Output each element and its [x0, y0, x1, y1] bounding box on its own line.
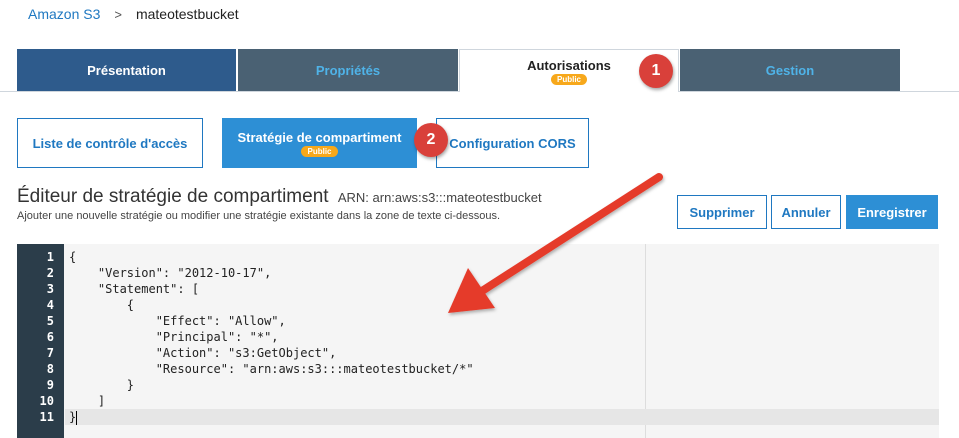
line-number: 10 — [39, 394, 54, 408]
subtab-cors-configuration[interactable]: Configuration CORS — [436, 118, 589, 168]
annotation-marker-2: 2 — [414, 123, 448, 157]
save-button[interactable]: Enregistrer — [846, 195, 938, 229]
code-line[interactable]: "Effect": "Allow", — [65, 313, 939, 329]
editor-title: Éditeur de stratégie de compartiment ARN… — [17, 186, 542, 208]
editor-title-text: Éditeur de stratégie de compartiment — [17, 186, 329, 207]
line-number: 5 — [46, 314, 54, 328]
policy-code-editor[interactable]: 1 2 3 4 5 6 7 8 9 10 11 { "Version": "20… — [17, 244, 939, 438]
code-line[interactable]: "Statement": [ — [65, 281, 939, 297]
code-line[interactable]: "Principal": "*", — [65, 329, 939, 345]
tab-gestion[interactable]: Gestion — [680, 49, 900, 91]
code-line-text: } — [69, 410, 77, 424]
breadcrumb-current-bucket: mateotestbucket — [135, 6, 239, 22]
cancel-button[interactable]: Annuler — [771, 195, 841, 229]
subtab-bucket-policy-label: Stratégie de compartiment — [237, 129, 402, 145]
code-line[interactable]: "Version": "2012-10-17", — [65, 265, 939, 281]
line-number: 3 — [46, 282, 54, 296]
line-number: 8 — [46, 362, 54, 376]
editor-description: Ajouter une nouvelle stratégie ou modifi… — [17, 210, 501, 222]
subtab-bucket-policy[interactable]: Stratégie de compartiment Public — [222, 118, 417, 168]
code-line[interactable]: "Resource": "arn:aws:s3:::mateotestbucke… — [65, 361, 939, 377]
text-cursor — [76, 410, 78, 425]
code-line[interactable]: "Action": "s3:GetObject", — [65, 345, 939, 361]
breadcrumb-separator: > — [114, 6, 122, 22]
code-text-area[interactable]: { "Version": "2012-10-17", "Statement": … — [65, 244, 939, 438]
tab-presentation-label: Présentation — [87, 62, 166, 78]
subtab-acl-label: Liste de contrôle d'accès — [32, 135, 188, 151]
line-number: 4 — [46, 298, 54, 312]
line-number: 6 — [46, 330, 54, 344]
line-number: 2 — [46, 266, 54, 280]
line-number: 9 — [46, 378, 54, 392]
line-number: 1 — [46, 250, 54, 264]
public-badge: Public — [301, 145, 338, 157]
tab-proprietes[interactable]: Propriétés — [238, 49, 458, 91]
code-line[interactable]: { — [65, 249, 939, 265]
code-line-active[interactable]: } — [65, 409, 939, 425]
subtab-access-control-list[interactable]: Liste de contrôle d'accès — [17, 118, 203, 168]
annotation-marker-1: 1 — [639, 54, 673, 88]
public-badge: Public — [550, 73, 587, 85]
line-number: 11 — [39, 410, 54, 424]
code-line[interactable]: } — [65, 377, 939, 393]
tab-autorisations-label: Autorisations — [527, 57, 611, 73]
code-line[interactable]: ] — [65, 393, 939, 409]
line-number-gutter: 1 2 3 4 5 6 7 8 9 10 11 — [17, 244, 64, 438]
breadcrumb-amazon-s3-link[interactable]: Amazon S3 — [28, 6, 100, 22]
tab-gestion-label: Gestion — [765, 62, 815, 78]
code-line[interactable]: { — [65, 297, 939, 313]
breadcrumb: Amazon S3 > mateotestbucket — [28, 6, 239, 22]
tab-proprietes-label: Propriétés — [315, 62, 381, 78]
bucket-arn: ARN: arn:aws:s3:::mateotestbucket — [337, 190, 542, 205]
line-number: 7 — [46, 346, 54, 360]
subtab-cors-label: Configuration CORS — [449, 135, 576, 151]
tab-presentation[interactable]: Présentation — [17, 49, 236, 91]
delete-button[interactable]: Supprimer — [677, 195, 767, 229]
